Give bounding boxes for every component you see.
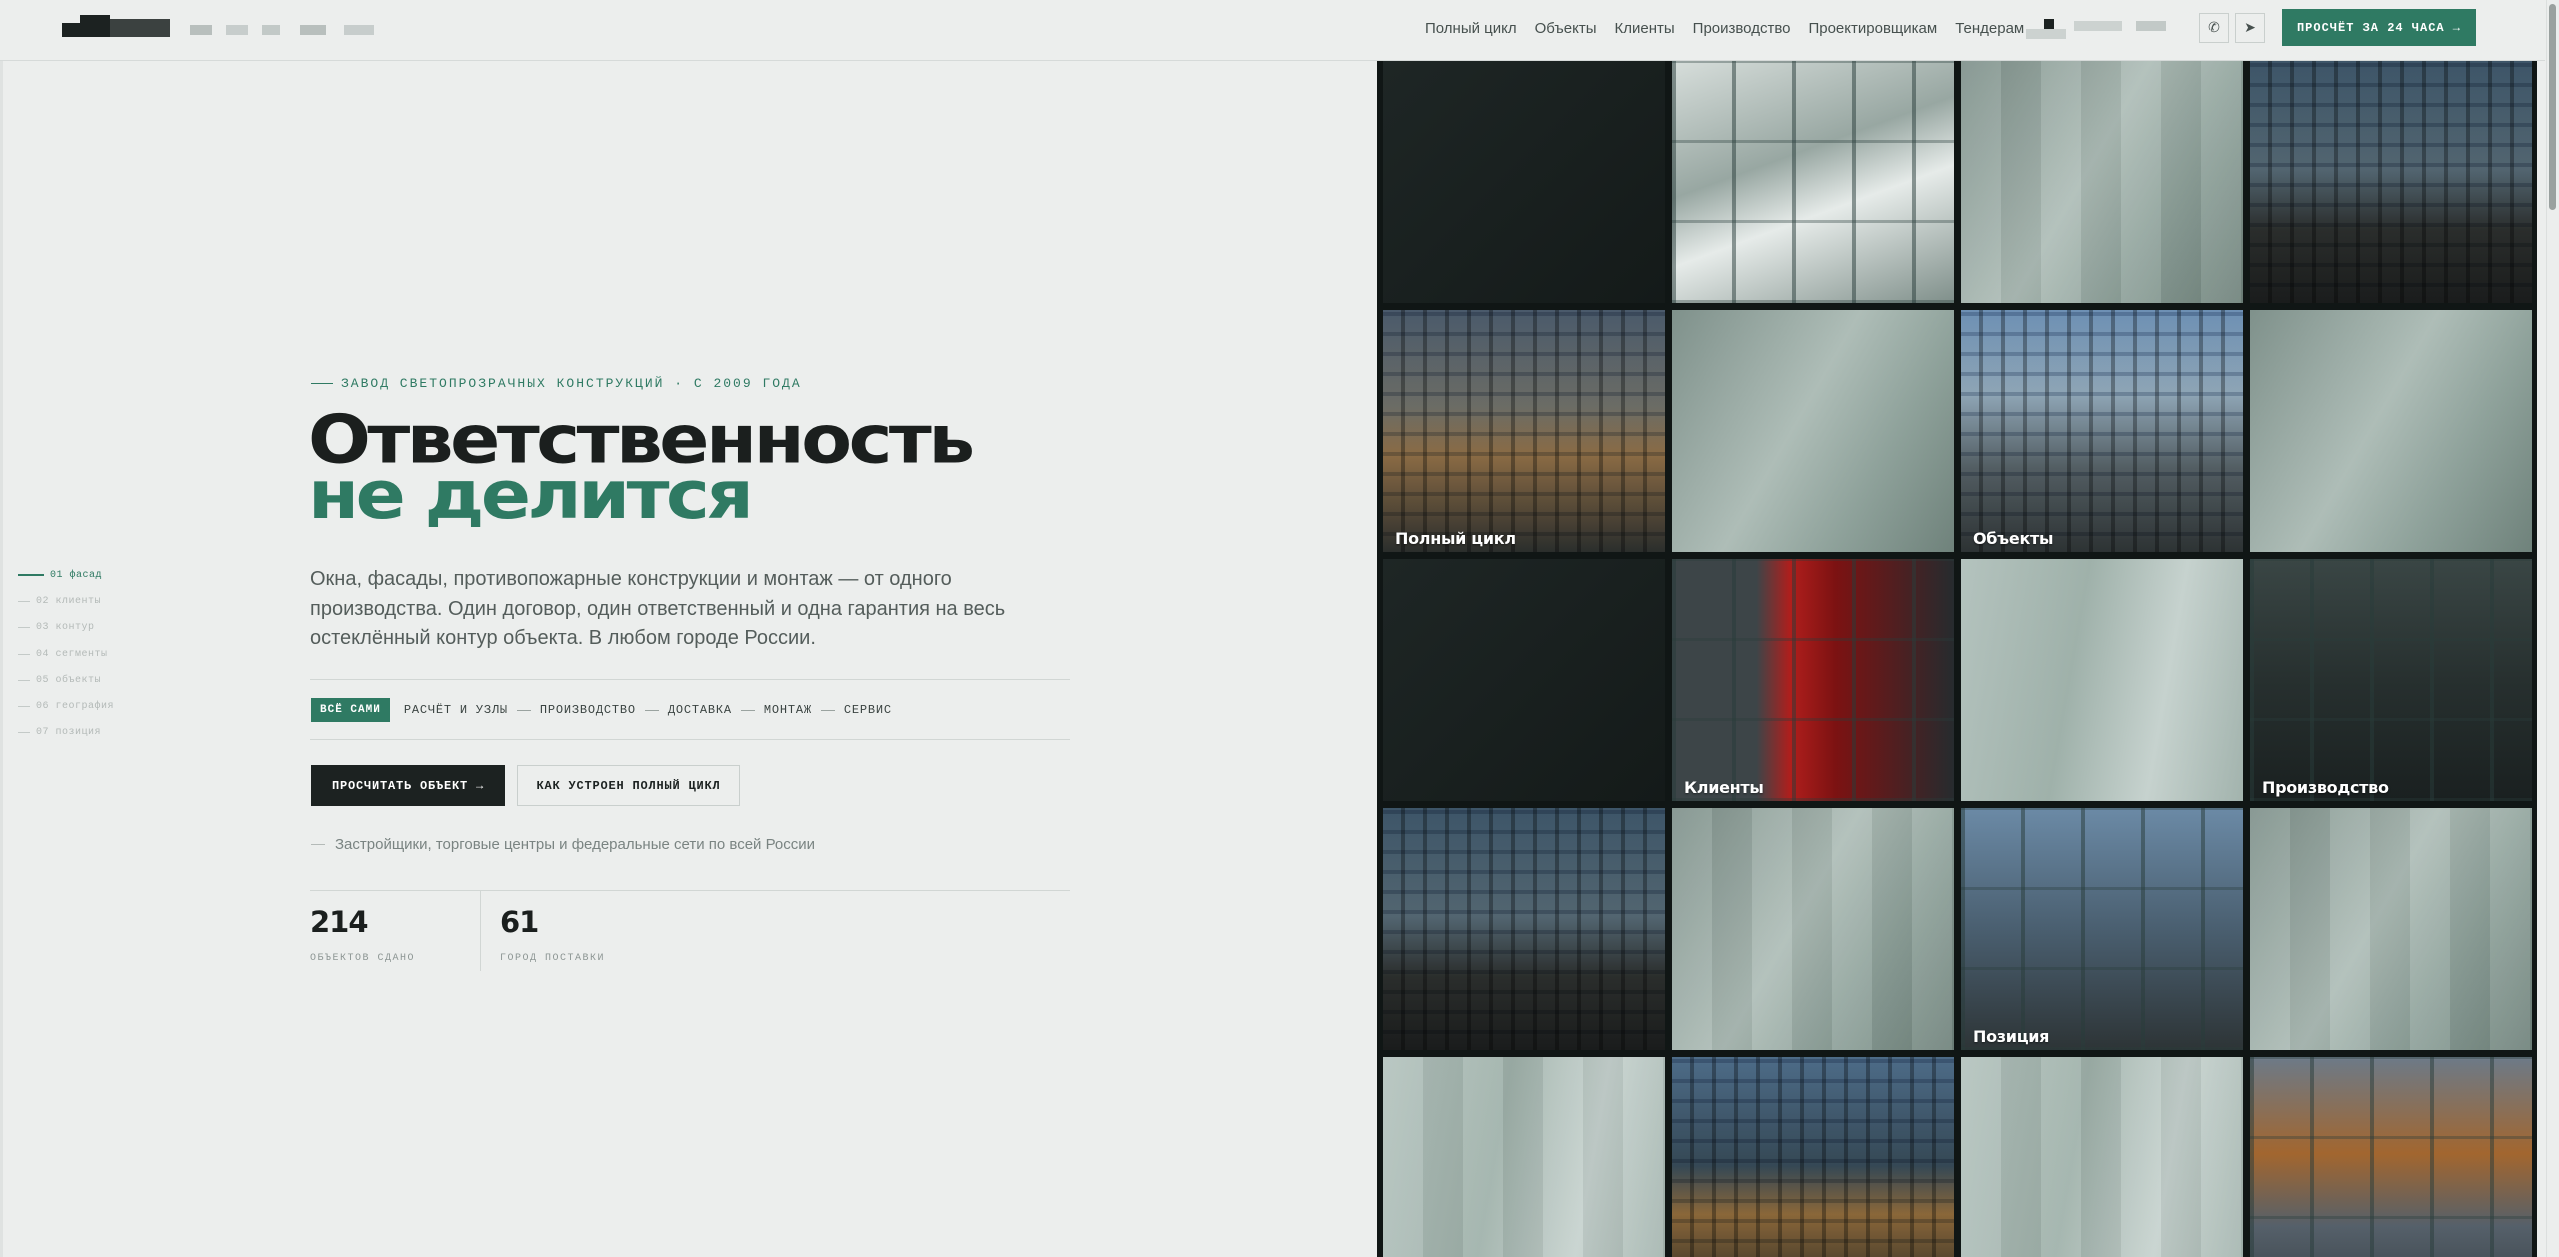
section-index: 01 фасад 02 клиенты 03 контур 04 сегмент… <box>18 562 114 746</box>
hero-eyebrow: ЗАВОД СВЕТОПРОЗРАЧНЫХ КОНСТРУКЦИЙ · С 20… <box>311 376 802 391</box>
mosaic-tile <box>2250 310 2532 552</box>
section-index-item[interactable]: 02 клиенты <box>18 588 114 614</box>
how-cycle-works-button[interactable]: КАК УСТРОЕН ПОЛНЫЙ ЦИКЛ <box>517 765 740 806</box>
mosaic-tile-full-cycle[interactable]: Полный цикл <box>1383 310 1665 552</box>
divider <box>310 890 1070 891</box>
mosaic-tile <box>1672 808 1954 1050</box>
chip: ПРОИЗВОДСТВО <box>539 703 636 717</box>
section-index-item[interactable]: 05 объекты <box>18 667 114 693</box>
estimate-object-button[interactable]: ПРОСЧИТАТЬ ОБЪЕКТ → <box>311 765 505 806</box>
tile-label: Позиция <box>1973 1027 2050 1046</box>
phone-number[interactable] <box>2026 17 2186 39</box>
tile-label: Производство <box>2262 778 2389 797</box>
stat-divider <box>480 891 481 971</box>
mosaic-tile-building <box>1383 808 1665 1050</box>
mosaic-tile-position[interactable]: Позиция <box>1961 808 2243 1050</box>
scrollbar-thumb[interactable] <box>2549 4 2556 210</box>
chip: СЕРВИС <box>843 703 892 717</box>
mosaic-tile <box>1383 1057 1665 1257</box>
mosaic-tile <box>2250 808 2532 1050</box>
section-index-item[interactable]: 03 контур <box>18 615 114 641</box>
estimate-cta-button[interactable]: ПРОСЧЁТ ЗА 24 ЧАСА → <box>2282 9 2476 46</box>
left-frame-edge <box>0 0 3 1257</box>
divider <box>310 679 1070 680</box>
hero-title: Ответственность не делится <box>308 401 975 535</box>
telegram-icon[interactable]: ➤ <box>2235 13 2265 43</box>
nav-objects[interactable]: Объекты <box>1535 20 1597 37</box>
mosaic-tile-building <box>2250 61 2532 303</box>
clients-note: Застройщики, торговые центры и федеральн… <box>311 836 815 853</box>
image-mosaic: Полный цикл Объекты Клиенты Производство… <box>1377 61 2537 1257</box>
divider <box>310 739 1070 740</box>
mosaic-tile <box>1961 61 2243 303</box>
stat-cities: 61 ГОРОД ПОСТАВКИ <box>500 905 606 964</box>
tile-label: Клиенты <box>1684 778 1764 797</box>
whatsapp-icon[interactable]: ✆ <box>2199 13 2229 43</box>
nav-designers[interactable]: Проектировщикам <box>1808 20 1937 37</box>
nav-full-cycle[interactable]: Полный цикл <box>1425 20 1517 37</box>
logo[interactable] <box>62 15 374 39</box>
mosaic-tile <box>1383 61 1665 303</box>
mosaic-tile <box>1961 1057 2243 1257</box>
stat-objects: 214 ОБЪЕКТОВ СДАНО <box>310 905 416 964</box>
hero-lead: Окна, фасады, противопожарные конструкци… <box>310 568 1006 649</box>
tile-label: Полный цикл <box>1395 529 1516 548</box>
section-index-item[interactable]: 01 фасад <box>18 562 114 588</box>
mosaic-tile-objects[interactable]: Объекты <box>1961 310 2243 552</box>
full-cycle-chips: ВСЁ САМИ РАСЧЁТ И УЗЛЫ ПРОИЗВОДСТВО ДОСТ… <box>311 698 892 722</box>
site-header: Полный цикл Объекты Клиенты Производство… <box>0 0 2545 61</box>
section-index-item[interactable]: 07 позиция <box>18 720 114 746</box>
mosaic-tile-glass-profiles <box>1672 61 1954 303</box>
mosaic-tile <box>1383 559 1665 801</box>
nav-tenders[interactable]: Тендерам <box>1955 20 2024 37</box>
section-index-item[interactable]: 06 география <box>18 693 114 719</box>
mosaic-tile <box>1672 310 1954 552</box>
mosaic-tile-clients[interactable]: Клиенты <box>1672 559 1954 801</box>
mosaic-tile-warehouse <box>2250 1057 2532 1257</box>
mosaic-tile-production[interactable]: Производство <box>2250 559 2532 801</box>
tile-label: Объекты <box>1973 529 2054 548</box>
main-nav: Полный цикл Объекты Клиенты Производство… <box>1425 20 2042 37</box>
mosaic-tile <box>1961 559 2243 801</box>
nav-clients[interactable]: Клиенты <box>1615 20 1675 37</box>
chip-all-ourselves: ВСЁ САМИ <box>311 698 390 722</box>
section-index-item[interactable]: 04 сегменты <box>18 641 114 667</box>
chip: РАСЧЁТ И УЗЛЫ <box>403 703 508 717</box>
chip: ДОСТАВКА <box>667 703 732 717</box>
mosaic-tile-house <box>1672 1057 1954 1257</box>
nav-production[interactable]: Производство <box>1693 20 1791 37</box>
chip: МОНТАЖ <box>763 703 812 717</box>
